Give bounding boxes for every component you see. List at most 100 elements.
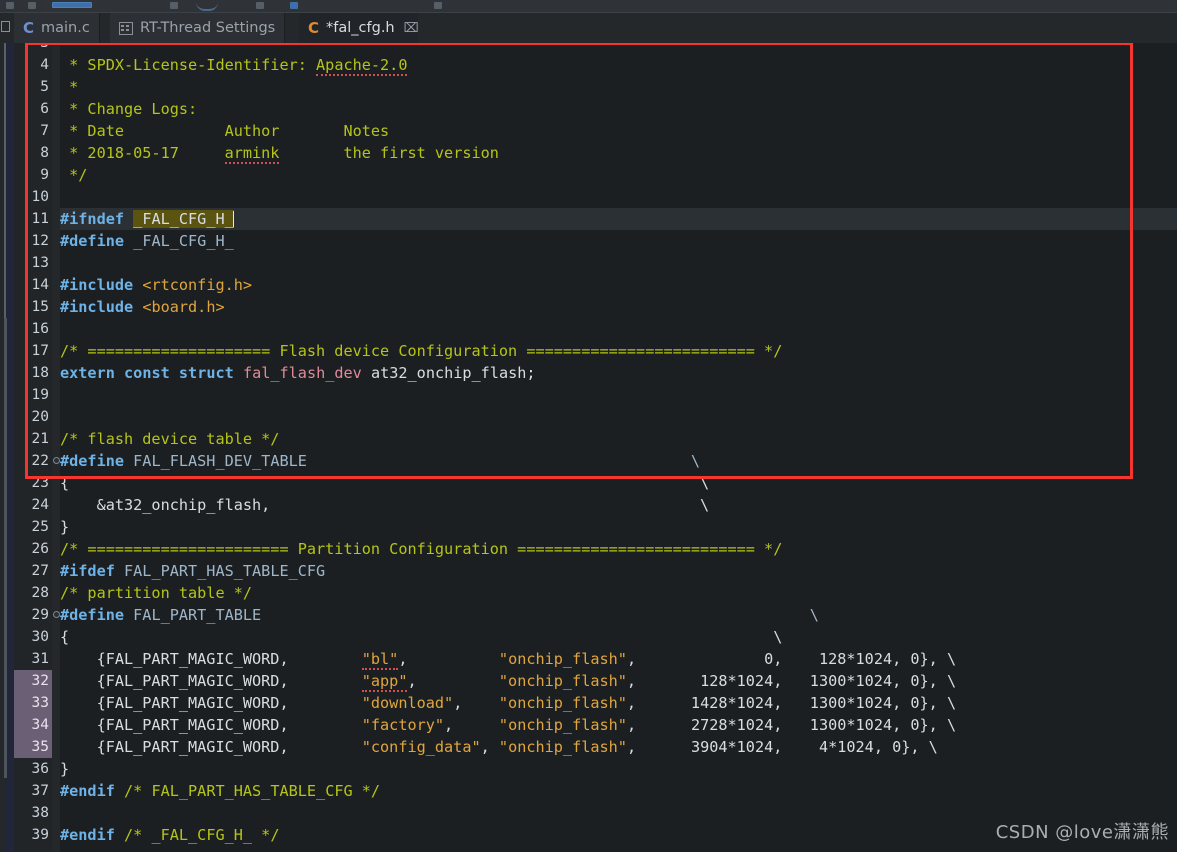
line-number: 20 [31,409,49,425]
code-line-row[interactable] [60,384,1177,406]
tab-list-button[interactable] [0,13,14,43]
toolbar-icon-2[interactable] [28,2,36,9]
code-token: {FAL_PART_MAGIC_WORD, [60,738,362,756]
code-line-row[interactable] [60,758,1177,780]
code-line-text[interactable]: #define _FAL_CFG_H_ [60,230,234,252]
code-line-text[interactable]: * SPDX-License-Identifier: Apache-2.0 [60,54,408,76]
code-token: #define [60,452,125,470]
toolbar-icon-3[interactable] [170,2,178,9]
text-caret [232,211,234,227]
close-icon[interactable]: ⌧ [404,21,419,36]
line-number: 30 [31,629,49,645]
tab-bar-empty-space [418,13,1177,43]
folding-ruler[interactable] [52,43,60,852]
code-line-text[interactable]: /* ==================== Flash device Con… [60,340,782,362]
line-number: 9 [40,167,49,183]
code-line-row[interactable] [60,43,1177,54]
code-line-text[interactable]: /* ====================== Partition Conf… [60,538,782,560]
annotation-ruler[interactable] [0,43,14,852]
code-line-row[interactable] [60,406,1177,428]
code-line-row[interactable] [60,164,1177,186]
line-number: 37 [31,783,49,799]
code-line-text[interactable]: &at32_onchip_flash, \ [60,494,710,516]
code-line-text[interactable]: #endif /* _FAL_CFG_H_ */ [60,824,279,846]
code-line-text[interactable]: {FAL_PART_MAGIC_WORD, "config_data", "on… [60,736,938,758]
fold-toggle-icon[interactable] [53,611,60,618]
code-token: #ifdef [60,562,115,580]
code-token: FAL_PART_HAS_TABLE_CFG [114,562,326,580]
c-file-icon: C [23,19,35,37]
code-line-text[interactable]: /* partition table */ [60,582,252,604]
code-token: , [480,738,499,756]
code-line-text[interactable]: #ifndef _FAL_CFG_H_ [60,208,234,230]
code-line-text[interactable]: /* flash device table */ [60,428,279,450]
code-line-row[interactable] [60,516,1177,538]
fold-toggle-icon[interactable] [53,457,60,464]
line-number: 5 [40,79,49,95]
code-line-row[interactable] [60,186,1177,208]
line-number: 11 [31,211,49,227]
editor-tab-bar: C main.c RT-Thread Settings C *fal_cfg.h… [0,13,1177,43]
code-token: Apache-2.0 [316,56,408,76]
code-line-text[interactable]: * [60,43,78,54]
line-number: 13 [31,255,49,271]
code-token: /* flash device table */ [60,430,280,448]
line-number: 38 [31,805,49,821]
code-line-text[interactable]: extern const struct fal_flash_dev at32_o… [60,362,536,384]
code-line-text[interactable]: } [60,758,69,780]
line-number: 27 [31,563,49,579]
toolbar-icon-1[interactable] [6,2,14,9]
code-editor[interactable]: 3 * 4 * SPDX-License-Identifier: Apache-2… [0,43,1177,852]
code-line-text[interactable]: */ [60,164,87,186]
code-line-text[interactable]: * Change Logs: [60,98,197,120]
line-number: 14 [31,277,49,293]
code-line-text[interactable]: {FAL_PART_MAGIC_WORD, "bl", "onchip_flas… [60,648,956,670]
code-token: * [60,78,79,96]
code-line-text[interactable]: #ifdef FAL_PART_HAS_TABLE_CFG [60,560,325,582]
code-line-text[interactable]: { \ [60,626,782,648]
code-line-row[interactable] [60,98,1177,120]
code-line-text[interactable]: * Date Author Notes [60,120,389,142]
main-toolbar[interactable] [0,0,1177,13]
toolbar-debug-icon[interactable] [196,2,218,11]
line-number: 24 [31,497,49,513]
toolbar-run-field[interactable] [52,2,92,8]
tab-main-c[interactable]: C main.c [14,13,100,43]
code-token: {FAL_PART_MAGIC_WORD, [60,694,362,712]
line-number: 17 [31,343,49,359]
tab-rt-thread-settings[interactable]: RT-Thread Settings [110,13,286,43]
toolbar-icon-4[interactable] [256,2,264,9]
toolbar-icon-6[interactable] [434,2,442,9]
code-line-text[interactable]: { \ [60,472,709,494]
code-line-text[interactable]: {FAL_PART_MAGIC_WORD, "app", "onchip_fla… [60,670,956,692]
code-line-text[interactable]: #endif /* FAL_PART_HAS_TABLE_CFG */ [60,780,380,802]
toolbar-icon-5[interactable] [290,2,298,9]
vertical-scroll-thumb[interactable] [4,318,7,778]
line-number: 7 [40,123,49,139]
code-token: <rtconfig.h> [142,276,253,294]
code-line-text[interactable]: #define FAL_PART_TABLE \ [60,604,819,626]
code-token: "onchip_flash" [498,672,627,690]
code-line-text[interactable]: } [60,516,69,538]
code-line-text[interactable]: * [60,76,78,98]
line-number: 28 [31,585,49,601]
code-line-text[interactable]: #include <rtconfig.h> [60,274,252,296]
tab-fal-cfg-h[interactable]: C *fal_cfg.h ⌧ [299,13,429,43]
line-number: 19 [31,387,49,403]
code-line-row[interactable] [60,252,1177,274]
code-line-row[interactable] [60,296,1177,318]
code-line-text[interactable]: #define FAL_FLASH_DEV_TABLE \ [60,450,700,472]
code-token: #endif [60,782,115,800]
code-line-text[interactable]: #include <board.h> [60,296,225,318]
code-line-text[interactable]: {FAL_PART_MAGIC_WORD, "factory", "onchip… [60,714,957,736]
code-token: "app" [361,672,408,692]
code-line-row[interactable] [60,76,1177,98]
line-number: 8 [40,145,49,161]
code-line-text[interactable]: {FAL_PART_MAGIC_WORD, "download", "onchi… [60,692,957,714]
code-text-area[interactable]: 3 * 4 * SPDX-License-Identifier: Apache-2… [14,43,1177,852]
code-line-row[interactable] [60,318,1177,340]
code-line-text[interactable]: * 2018-05-17 armink the first version [60,142,499,164]
